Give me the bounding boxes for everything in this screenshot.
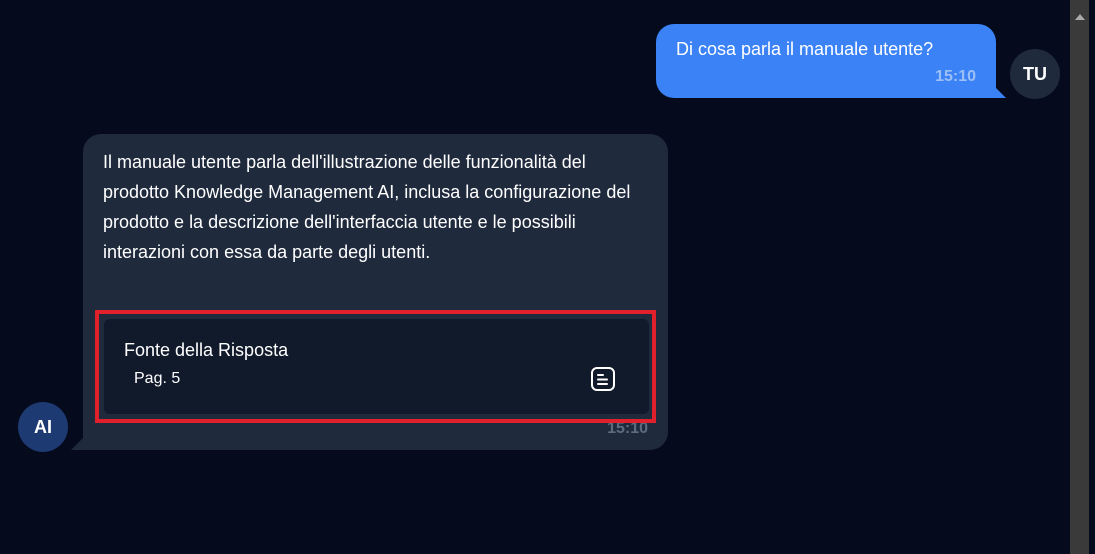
ai-message-bubble: Il manuale utente parla dell'illustrazio… <box>71 134 668 450</box>
scroll-up-arrow-icon[interactable] <box>1075 14 1085 20</box>
document-icon[interactable] <box>590 366 616 392</box>
ai-message-text: Il manuale utente parla dell'illustrazio… <box>103 152 631 262</box>
scrollbar[interactable] <box>1070 0 1089 554</box>
source-page-number: Pag. 5 <box>134 370 181 387</box>
user-message-bubble: Di cosa parla il manuale utente? 15:10 <box>656 24 1006 98</box>
ai-message-time: 15:10 <box>607 420 648 437</box>
ai-avatar: AI <box>18 402 68 452</box>
answer-source-card[interactable]: Fonte della Risposta Pag. 5 <box>104 319 649 414</box>
source-title: Fonte della Risposta <box>124 340 289 360</box>
user-message-text: Di cosa parla il manuale utente? <box>676 39 934 59</box>
chat-area: Di cosa parla il manuale utente? 15:10 T… <box>0 0 1095 554</box>
user-avatar: TU <box>1010 49 1060 99</box>
user-message-time: 15:10 <box>935 68 976 85</box>
